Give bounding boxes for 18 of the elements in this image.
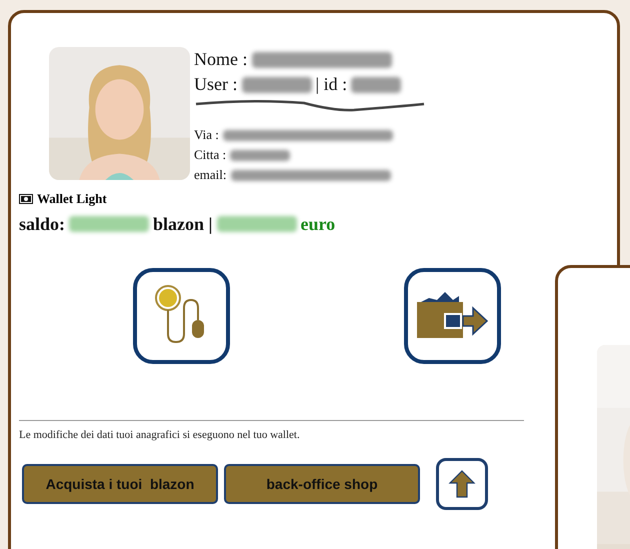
field-label: Nome :	[194, 48, 248, 71]
action-button[interactable]	[133, 268, 230, 364]
action-button[interactable]: Acquista i tuoi blazon	[22, 464, 218, 504]
banknote-icon	[19, 194, 33, 204]
info-note: Le modifiche dei dati tuoi anagrafici si eseguono nel tuo wallet.	[19, 428, 301, 442]
scroll-up-button[interactable]	[436, 458, 488, 510]
field-label: User :	[194, 73, 238, 96]
field-label: Citta :	[194, 146, 226, 164]
field-label: Via :	[194, 126, 219, 144]
field-label: | id :	[316, 73, 348, 96]
action-button[interactable]	[404, 268, 501, 364]
field-label: blazon |	[153, 212, 212, 236]
up-arrow-icon	[448, 469, 476, 499]
field-label: email:	[194, 166, 226, 184]
field-label: saldo:	[19, 212, 66, 236]
action-button[interactable]: back-office shop	[224, 464, 420, 504]
wallet-title: Wallet Light	[37, 190, 107, 208]
field-label: euro	[300, 212, 336, 236]
